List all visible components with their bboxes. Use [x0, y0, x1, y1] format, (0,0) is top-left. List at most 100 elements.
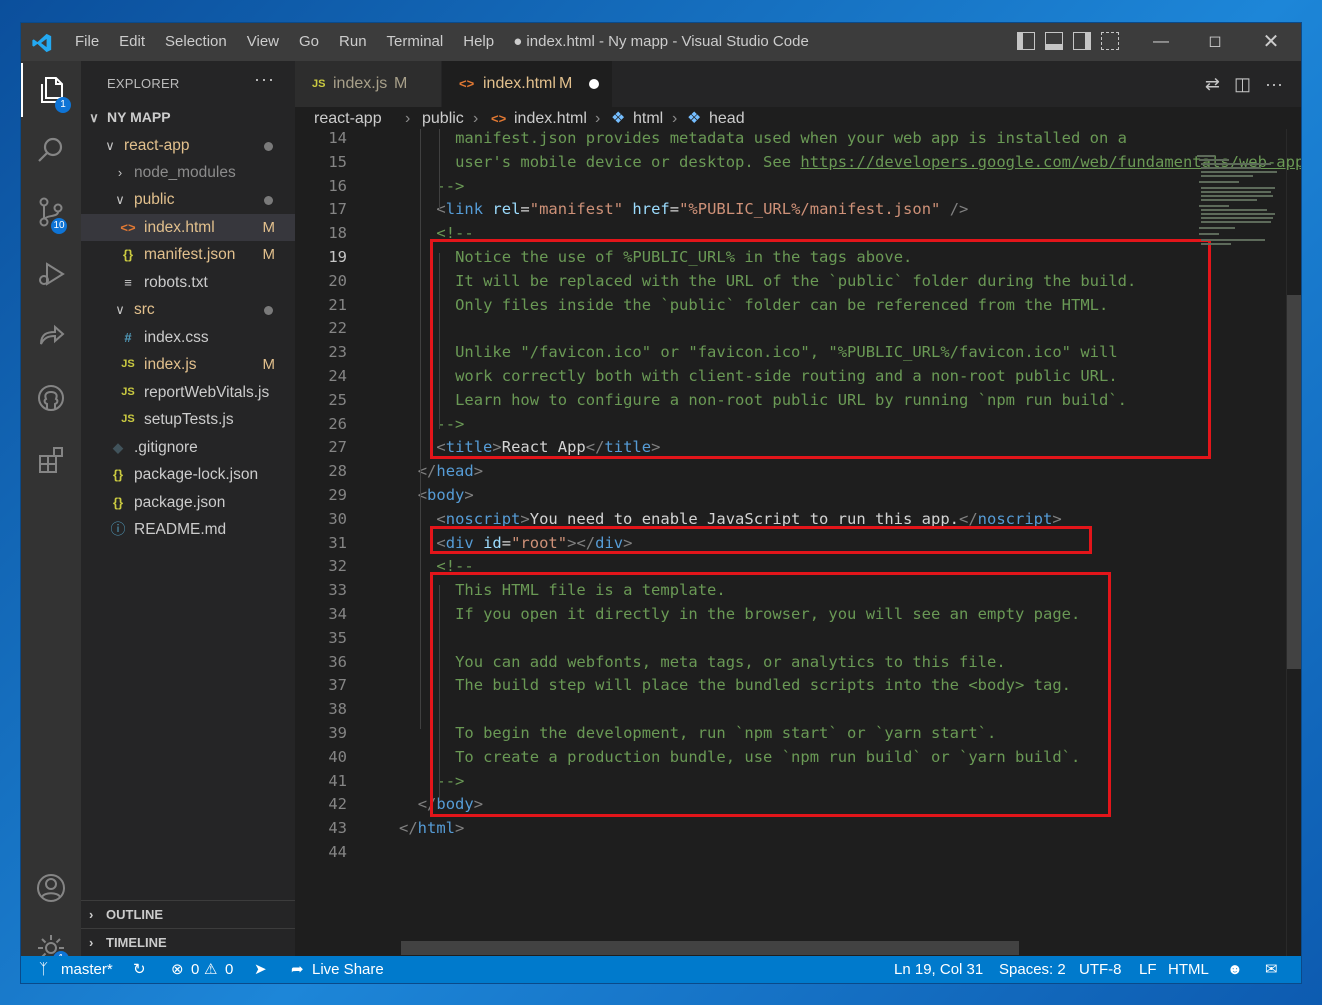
code-editor[interactable]: 14 manifest.json provides metadata used w… — [295, 129, 1301, 956]
explorer-header: EXPLORER ··· — [81, 61, 295, 107]
tree-file-index-html[interactable]: <> index.html M — [81, 214, 295, 241]
tree-file-gitignore[interactable]: ◆ .gitignore — [81, 434, 295, 461]
maximize-button[interactable]: ◻ — [1187, 23, 1243, 61]
minimap[interactable] — [1189, 149, 1301, 956]
breadcrumb-item[interactable]: head — [709, 107, 745, 131]
warning-count[interactable]: 0 — [225, 956, 233, 983]
debug-icon[interactable]: ➤ — [254, 956, 267, 983]
live-share-button[interactable]: Live Share — [312, 956, 384, 983]
tree-file-manifest-json[interactable]: {} manifest.json M — [81, 241, 295, 268]
line-number: 20 — [328, 271, 347, 290]
menu-go[interactable]: Go — [289, 23, 329, 61]
menu-help[interactable]: Help — [453, 23, 504, 61]
menu-selection[interactable]: Selection — [155, 23, 237, 61]
layout-controls — [1017, 32, 1119, 50]
language-mode[interactable]: HTML — [1168, 956, 1209, 983]
tab-index-js[interactable]: JS index.js M — [295, 61, 441, 107]
cursor-position[interactable]: Ln 19, Col 31 — [894, 956, 983, 983]
toggle-sidebar-icon[interactable] — [1017, 32, 1035, 50]
tree-item-label: robots.txt — [144, 274, 208, 291]
status-bar: ᛉ master* ↻ ⊗ 0 ⚠ 0 ➤ ➦ Live Share Ln 19… — [21, 956, 1301, 983]
bell-icon[interactable]: ✉ — [1265, 956, 1278, 983]
outline-section[interactable]: › OUTLINE — [81, 900, 295, 929]
tag-bracket: > — [464, 486, 474, 504]
tree-folder-src[interactable]: ∨ src — [81, 296, 295, 323]
tree-folder-node-modules[interactable]: › node_modules — [81, 159, 295, 186]
toggle-secondary-sidebar-icon[interactable] — [1073, 32, 1091, 50]
tree-item-label: .gitignore — [134, 439, 198, 456]
more-actions-icon[interactable]: ··· — [1265, 74, 1283, 95]
tree-file-readme-md[interactable]: ⓘ README.md — [81, 516, 295, 543]
tree-folder-public[interactable]: ∨ public — [81, 186, 295, 213]
code-line: <link rel="manifest" href="%PUBLIC_URL%/… — [436, 200, 968, 218]
tree-file-index-css[interactable]: # index.css — [81, 324, 295, 351]
line-number: 37 — [328, 676, 347, 695]
workspace-root[interactable]: ∨ NY MAPP — [81, 104, 295, 131]
error-icon: ⊗ — [171, 961, 184, 978]
live-share-icon — [40, 324, 65, 345]
tree-file-reportwebvitals-js[interactable]: JS reportWebVitals.js — [81, 379, 295, 406]
tree-file-package-lock-json[interactable]: {} package-lock.json — [81, 461, 295, 488]
tree-item-label: index.css — [144, 329, 209, 346]
tree-file-package-json[interactable]: {} package.json — [81, 489, 295, 516]
github-activity[interactable] — [21, 371, 81, 425]
more-actions-icon[interactable]: ··· — [254, 69, 275, 90]
close-button[interactable]: ✕ — [1243, 23, 1299, 61]
breadcrumb-item[interactable]: html — [633, 107, 663, 131]
explorer-sidebar: EXPLORER ··· ∨ NY MAPP ∨ react-app › nod… — [81, 61, 295, 956]
vertical-scrollbar[interactable] — [1286, 129, 1301, 956]
unsaved-dot-icon[interactable] — [589, 79, 599, 89]
customize-layout-icon[interactable] — [1101, 32, 1119, 50]
element-icon: ❖ — [611, 110, 626, 127]
run-debug-activity[interactable] — [21, 247, 81, 301]
menu-file[interactable]: File — [65, 23, 109, 61]
menu-run[interactable]: Run — [329, 23, 377, 61]
attr-name: rel — [492, 200, 521, 219]
menu-terminal[interactable]: Terminal — [377, 23, 454, 61]
tree-item-label: public — [134, 191, 175, 208]
html-file-icon: <> — [491, 111, 507, 126]
breadcrumb-item[interactable]: react-app — [314, 107, 382, 131]
highlight-box — [430, 239, 1211, 459]
menu-view[interactable]: View — [237, 23, 289, 61]
breadcrumb-item[interactable]: index.html — [514, 107, 587, 131]
menu-edit[interactable]: Edit — [109, 23, 155, 61]
modified-status: M — [262, 356, 276, 373]
tree-file-robots-txt[interactable]: ≡ robots.txt — [81, 269, 295, 296]
breadcrumb-item[interactable]: public — [422, 107, 464, 131]
split-editor-icon[interactable]: ◫ — [1234, 74, 1251, 95]
tab-index-html[interactable]: <> index.html M — [442, 61, 612, 107]
tree-file-setuptests-js[interactable]: JS setupTests.js — [81, 406, 295, 433]
explorer-activity[interactable]: 1 — [21, 63, 81, 117]
branch-name[interactable]: master* — [61, 956, 113, 983]
tree-item-label: manifest.json — [144, 246, 236, 263]
accounts-activity[interactable] — [21, 861, 81, 915]
minimap-line — [1201, 195, 1273, 197]
sync-icon[interactable]: ↻ — [133, 956, 146, 983]
indentation[interactable]: Spaces: 2 — [999, 956, 1066, 983]
extensions-activity[interactable] — [21, 433, 81, 487]
horizontal-scroll-thumb[interactable] — [401, 941, 1019, 955]
feedback-icon[interactable]: ☻ — [1227, 956, 1243, 983]
end-of-line[interactable]: LF — [1139, 956, 1157, 983]
modified-status: M — [262, 246, 276, 263]
tree-folder-react-app[interactable]: ∨ react-app — [81, 132, 295, 159]
line-number: 33 — [328, 581, 347, 600]
toggle-panel-icon[interactable] — [1045, 32, 1063, 50]
minimap-line — [1201, 167, 1261, 169]
editor-tabs: JS index.js M <> index.html M ⇄ ◫ ··· — [295, 61, 1301, 107]
attr-value: "manifest" — [529, 200, 624, 219]
error-count[interactable]: 0 — [191, 956, 199, 983]
encoding[interactable]: UTF-8 — [1079, 956, 1122, 983]
source-control-activity[interactable]: 10 — [21, 185, 81, 239]
live-share-activity[interactable] — [21, 309, 81, 363]
minimize-button[interactable]: — — [1133, 23, 1189, 61]
line-number: 24 — [328, 367, 347, 385]
tree-file-index-js[interactable]: JS index.js M — [81, 351, 295, 378]
timeline-section[interactable]: › TIMELINE — [81, 928, 295, 957]
tree-item-label: package-lock.json — [134, 466, 259, 483]
search-activity[interactable] — [21, 123, 81, 177]
compare-changes-icon[interactable]: ⇄ — [1205, 74, 1220, 95]
vertical-scroll-thumb[interactable] — [1287, 295, 1301, 669]
tag-bracket: /> — [940, 200, 969, 219]
